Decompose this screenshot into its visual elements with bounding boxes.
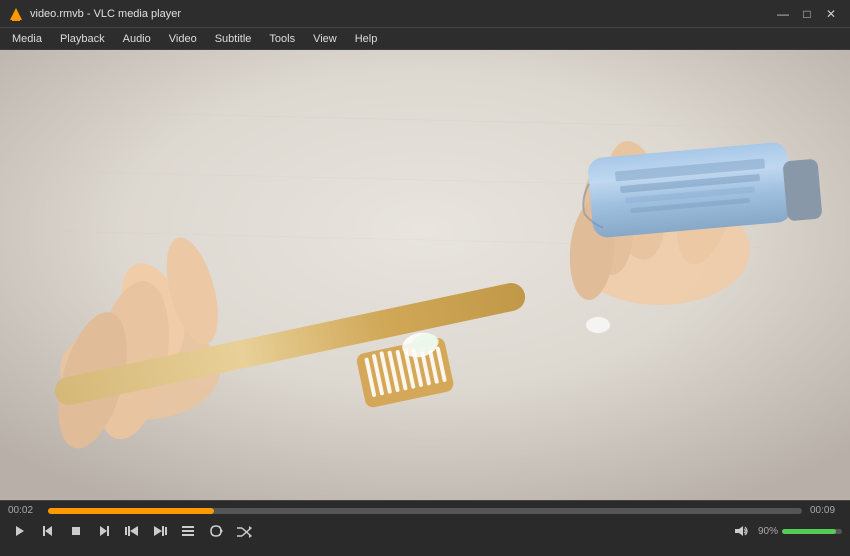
playlist-button[interactable]: [176, 520, 200, 542]
volume-icon: [734, 524, 750, 538]
random-icon: [236, 524, 252, 538]
right-controls: 90%: [730, 520, 842, 542]
menu-item-help[interactable]: Help: [347, 31, 386, 47]
menu-item-subtitle[interactable]: Subtitle: [207, 31, 260, 47]
title-bar: video.rmvb - VLC media player — □ ✕: [0, 0, 850, 28]
frame-back-icon: [124, 524, 140, 538]
stop-icon: [69, 524, 83, 538]
next-icon: [97, 524, 111, 538]
buttons-row: 90%: [8, 520, 842, 542]
video-frame: [0, 50, 850, 500]
title-bar-controls: — □ ✕: [772, 4, 842, 24]
frame-fwd-button[interactable]: [148, 520, 172, 542]
progress-fill: [48, 508, 214, 514]
progress-bar[interactable]: [48, 508, 802, 514]
frame-fwd-icon: [152, 524, 168, 538]
volume-button[interactable]: [730, 520, 754, 542]
random-button[interactable]: [232, 520, 256, 542]
left-controls: [8, 520, 256, 542]
window-title: video.rmvb - VLC media player: [30, 8, 181, 20]
next-button[interactable]: [92, 520, 116, 542]
progress-row: 00:02 00:09: [8, 505, 842, 516]
menu-item-media[interactable]: Media: [4, 31, 50, 47]
menu-item-playback[interactable]: Playback: [52, 31, 113, 47]
volume-bar[interactable]: [782, 529, 842, 534]
loop-icon: [209, 524, 223, 538]
menu-item-view[interactable]: View: [305, 31, 345, 47]
close-button[interactable]: ✕: [820, 4, 842, 24]
vlc-icon: [8, 6, 24, 22]
maximize-button[interactable]: □: [796, 4, 818, 24]
loop-button[interactable]: [204, 520, 228, 542]
menu-bar: Media Playback Audio Video Subtitle Tool…: [0, 28, 850, 50]
time-current: 00:02: [8, 505, 40, 516]
menu-item-tools[interactable]: Tools: [261, 31, 303, 47]
volume-label: 90%: [758, 526, 778, 537]
prev-button[interactable]: [36, 520, 60, 542]
prev-icon: [41, 524, 55, 538]
video-area: [0, 50, 850, 500]
menu-item-audio[interactable]: Audio: [115, 31, 159, 47]
frame-back-button[interactable]: [120, 520, 144, 542]
play-icon: [13, 524, 27, 538]
stop-button[interactable]: [64, 520, 88, 542]
time-total: 00:09: [810, 505, 842, 516]
title-bar-left: video.rmvb - VLC media player: [8, 6, 181, 22]
controls-bar: 00:02 00:09: [0, 500, 850, 556]
menu-item-video[interactable]: Video: [161, 31, 205, 47]
minimize-button[interactable]: —: [772, 4, 794, 24]
playlist-icon: [181, 524, 195, 538]
video-canvas: [0, 50, 850, 500]
volume-fill: [782, 529, 836, 534]
play-button[interactable]: [8, 520, 32, 542]
